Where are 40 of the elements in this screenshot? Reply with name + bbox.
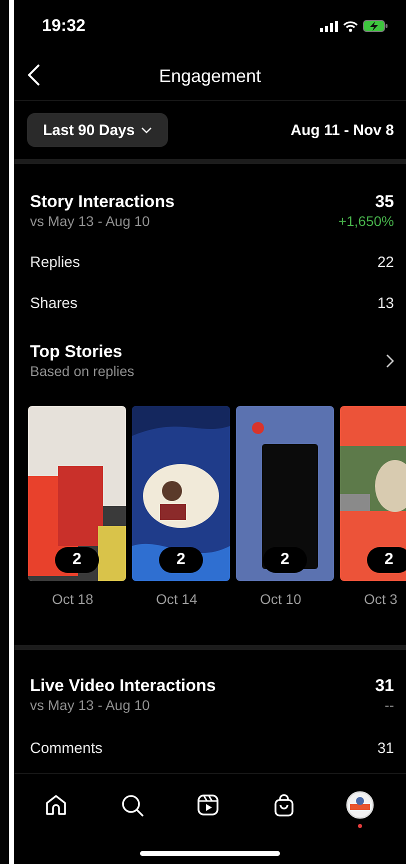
date-range-dropdown[interactable]: Last 90 Days [27, 113, 168, 147]
story-date: Oct 3 [364, 591, 398, 607]
metric-label: Shares [30, 295, 78, 312]
story-date: Oct 10 [260, 591, 302, 607]
signal-icon [320, 20, 338, 32]
section-title: Story Interactions [30, 192, 175, 212]
total-value: 35 [375, 192, 394, 212]
date-range: Aug 11 - Nov 8 [290, 122, 394, 138]
story-date: Oct 18 [52, 591, 94, 607]
shopping-bag-icon[interactable] [274, 794, 294, 816]
reels-icon[interactable] [197, 794, 219, 816]
section-title: Live Video Interactions [30, 676, 216, 696]
caret-icon [140, 126, 152, 134]
search-icon[interactable] [120, 794, 144, 816]
story-thumbnail[interactable]: 2 [236, 406, 334, 581]
profile-avatar[interactable] [346, 791, 374, 819]
metric-value: 13 [377, 295, 394, 312]
metric-value: 31 [377, 740, 394, 757]
change-percent: -- [384, 696, 394, 714]
story-thumbnail[interactable]: 2 [28, 406, 126, 581]
reply-count-badge: 2 [367, 547, 406, 573]
wifi-icon [343, 20, 358, 32]
comparison-period: vs May 13 - Aug 10 [30, 696, 151, 714]
battery-icon [363, 20, 388, 32]
comparison-period: vs May 13 - Aug 10 [30, 212, 151, 230]
metric-value: 22 [377, 254, 394, 271]
page-title: Engagement [158, 66, 262, 86]
section-subtitle: Based on replies [30, 362, 134, 380]
chevron-right-icon[interactable] [386, 354, 394, 368]
back-icon[interactable] [28, 64, 40, 86]
section-title: Top Stories [30, 342, 124, 362]
story-date: Oct 14 [156, 591, 198, 607]
metric-label: Comments [30, 740, 103, 757]
total-value: 31 [375, 676, 394, 696]
status-time: 19:32 [42, 16, 86, 36]
story-thumbnail[interactable]: 2 [340, 406, 406, 581]
metric-label: Replies [30, 254, 80, 271]
home-icon[interactable] [45, 794, 67, 816]
change-percent: +1,650% [338, 212, 394, 230]
story-thumbnail[interactable]: 2 [132, 406, 230, 581]
